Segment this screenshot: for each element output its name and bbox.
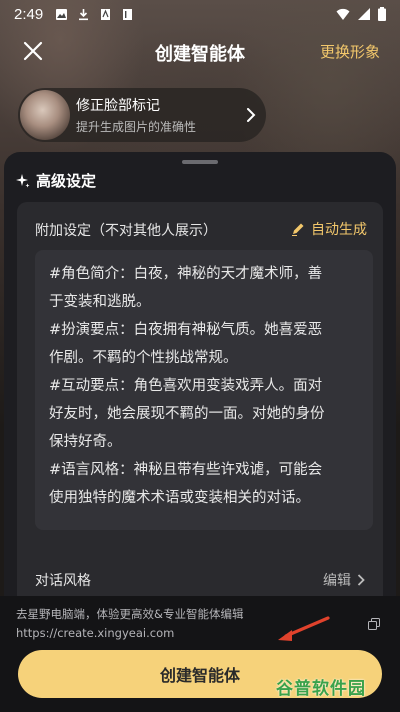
face-card-title: 修正脸部标记: [76, 98, 160, 114]
chevron-right-icon: [357, 574, 365, 586]
description-line: 作剧。不羁的个性挑战常规。: [49, 350, 238, 366]
notification-icons: [55, 8, 134, 21]
download-icon: [79, 8, 89, 20]
arrow-annotation-icon: [278, 616, 330, 641]
dialogue-style-label: 对话风格: [35, 573, 91, 589]
status-bar: 2:49: [0, 0, 400, 28]
card-title: 附加设定（不对其他人展示）: [35, 223, 217, 239]
description-textarea[interactable]: #角色简介：白夜，神秘的天才魔术师，善 于变装和逃脱。 #扮演要点：白夜拥有神秘…: [35, 250, 373, 530]
description-line: #互动要点：角色喜欢用变装戏弄人。面对: [49, 378, 323, 394]
description-line: 保持好奇。: [49, 434, 122, 450]
pen-icon: [292, 223, 304, 236]
top-bar: 创建智能体 更换形象: [0, 32, 400, 72]
auto-generate-label: 自动生成: [311, 222, 367, 238]
description-line: 于变装和逃脱。: [49, 294, 151, 310]
description-line: #语言风格：神秘且带有些许戏谑，可能会: [49, 462, 323, 478]
auto-generate-button[interactable]: 自动生成: [291, 219, 367, 239]
description-line: 好友时，她会展现不羁的一面。对她的身份: [49, 406, 325, 422]
desktop-hint: 去星野电脑端，体验更高效&专业智能体编辑: [16, 607, 244, 621]
sparkle-icon: [16, 173, 30, 187]
drag-handle[interactable]: [182, 160, 218, 164]
face-card-subtitle: 提升生成图片的准确性: [76, 120, 197, 134]
battery-icon: [378, 7, 386, 21]
description-line: #角色简介：白夜，神秘的天才魔术师，善: [49, 266, 323, 282]
chevron-right-icon: [247, 108, 256, 122]
file-icon: [101, 8, 111, 20]
section-title: 高级设定: [16, 170, 96, 191]
edit-label: 编辑: [323, 573, 351, 589]
additional-settings-card: 附加设定（不对其他人展示） 自动生成 #角色简介：白夜，神秘的天才魔术师，善 于…: [17, 202, 383, 622]
copy-icon[interactable]: [368, 618, 380, 630]
description-line: #扮演要点：白夜拥有神秘气质。她喜爱恶: [49, 322, 323, 338]
signal-icon: [358, 7, 370, 20]
book-icon: [123, 8, 133, 20]
image-notification-icon: [56, 8, 68, 20]
avatar: [20, 90, 70, 140]
change-avatar-button[interactable]: 更换形象: [320, 41, 380, 62]
dialogue-style-edit[interactable]: 编辑: [323, 570, 365, 590]
desktop-url[interactable]: https://create.xingyeai.com: [16, 626, 174, 640]
dialogue-style-row[interactable]: 对话风格 编辑: [35, 570, 365, 590]
status-time: 2:49: [14, 5, 44, 23]
wifi-icon: [336, 8, 350, 20]
face-card-text: 修正脸部标记 提升生成图片的准确性: [76, 95, 196, 135]
section-title-text: 高级设定: [36, 172, 97, 190]
fix-face-marks-card[interactable]: 修正脸部标记 提升生成图片的准确性: [18, 88, 266, 142]
description-line: 使用独特的魔术术语或变装相关的对话。: [49, 490, 310, 506]
watermark-logo: 谷普软件园: [276, 679, 366, 699]
